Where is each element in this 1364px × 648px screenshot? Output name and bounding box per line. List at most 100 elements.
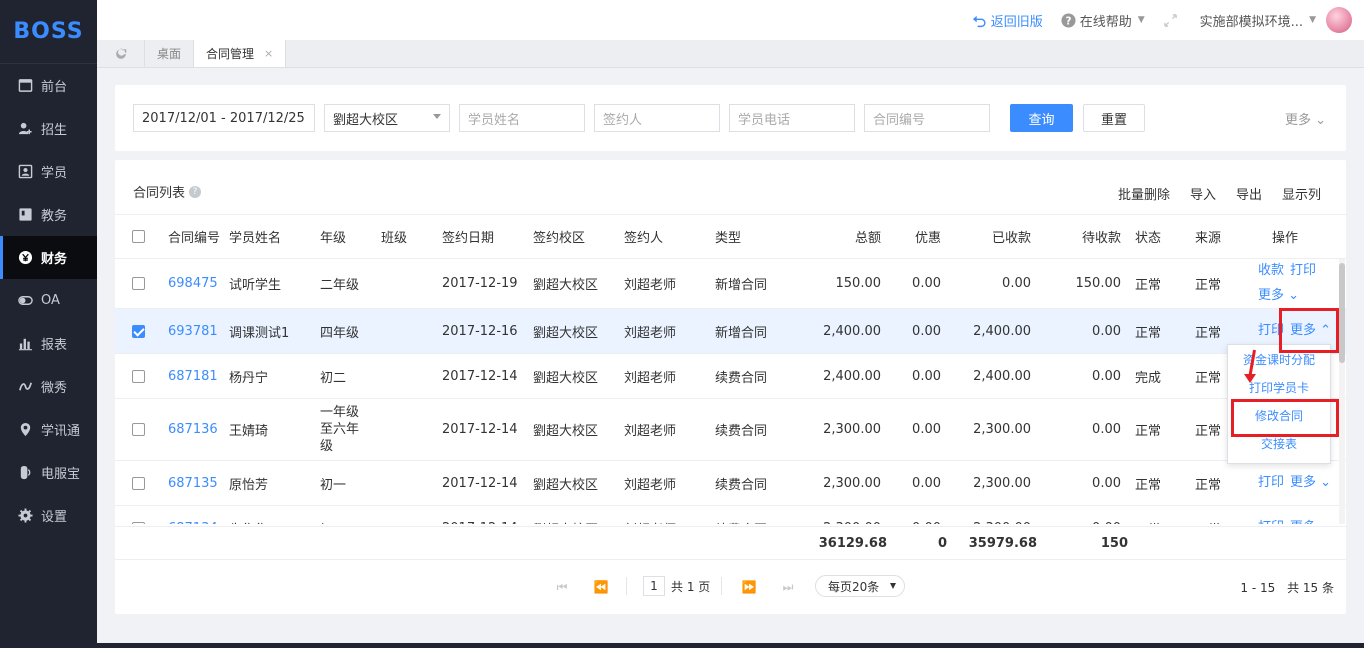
user-plus-icon [17,121,33,137]
close-icon[interactable]: × [264,47,273,60]
sidebar-item-1[interactable]: 招生 [0,107,97,150]
back-old-version-link[interactable]: 返回旧版 [972,11,1043,30]
checkbox[interactable] [132,277,145,290]
table-row[interactable]: 687181 杨丹宁 初二 2017-12-14 劉超大校区 刘超老师 续费合同 2,400.… [115,354,1346,399]
table-row[interactable]: 687134朱集集初二2017-12-14劉超大校区刘超老师续费合同2,300.… [115,506,1346,524]
cell-discount: 0.00 [912,475,941,491]
column-header[interactable]: 合同编号 [168,215,228,258]
column-header[interactable]: 年级 [320,215,376,258]
column-header[interactable]: 签约日期 [442,215,528,258]
export-button[interactable]: 导出 [1236,184,1262,203]
tab-contract-management[interactable]: 合同管理 × [194,40,287,67]
table-row[interactable]: 687136 王婧琦 一年级至六年级 2017-12-14 劉超大校区 刘超老师 续费合同 2… [115,399,1346,461]
sidebar-item-9[interactable]: 电服宝 [0,451,97,494]
column-header[interactable]: 操作 [1245,215,1325,258]
student-phone-input[interactable]: 学员电话 [729,104,855,132]
contract-number-input[interactable]: 合同编号 [864,104,990,132]
sidebar-item-4[interactable]: 财务 [0,236,97,279]
row-checkbox[interactable] [132,354,145,398]
cell-no[interactable]: 698475 [168,259,228,308]
row-checkbox[interactable] [132,506,145,524]
column-header[interactable]: 来源 [1195,215,1251,258]
cell-no[interactable]: 687136 [168,399,228,460]
row-action-link[interactable]: 更多 ⌄ [1290,519,1331,524]
row-action-link[interactable]: 打印 [1258,474,1284,492]
column-header[interactable]: 学员姓名 [229,215,315,258]
sidebar-item-6[interactable]: 报表 [0,322,97,365]
column-header[interactable]: 已收款 [945,215,1031,258]
column-header[interactable]: 待收款 [1035,215,1121,258]
row-action-link[interactable]: 更多 ⌄ [1258,287,1299,305]
column-header[interactable]: 优惠 [885,215,941,258]
row-checkbox[interactable] [132,259,145,308]
batch-delete-button[interactable]: 批量删除 [1118,184,1170,203]
prev-page-icon[interactable]: ⏪ [590,577,612,597]
avatar[interactable] [1326,7,1352,33]
column-header[interactable]: 班级 [381,215,437,258]
help-icon[interactable]: ? [189,185,202,198]
student-name-input[interactable]: 学员姓名 [459,104,585,132]
sidebar-item-10[interactable]: 设置 [0,494,97,537]
select-all-checkbox[interactable] [132,215,145,258]
cell-type: 续费合同 [715,424,768,439]
row-checkbox[interactable] [132,309,145,353]
cell-no[interactable]: 687134 [168,506,228,525]
checkbox[interactable] [132,369,145,383]
row-action-link[interactable]: 打印 [1258,519,1284,524]
reset-button[interactable]: 重置 [1083,104,1145,132]
sidebar-item-3[interactable]: 教务 [0,193,97,236]
tab-desktop[interactable]: 桌面 [145,40,195,67]
account-menu[interactable]: 实施部模拟环境... ▼ [1200,11,1316,30]
sidebar-item-5[interactable]: OA [0,279,97,322]
cell-no[interactable]: 687135 [168,461,228,505]
table-row[interactable]: 687135 原怡芳 初一 2017-12-14 劉超大校区 刘超老师 续费合同 2,300.… [115,461,1346,506]
vertical-scrollbar[interactable] [1339,259,1345,524]
dropdown-arrow-icon [890,583,896,589]
campus-select[interactable]: 劉超大校区 [324,104,450,132]
column-header[interactable]: 状态 [1135,215,1191,258]
row-checkbox[interactable] [132,461,145,505]
sidebar-item-2[interactable]: 学员 [0,150,97,193]
refresh-button[interactable] [97,40,145,67]
page-size-select[interactable]: 每页20条 [815,575,905,597]
more-filters-toggle[interactable]: 更多 ⌄ [1285,109,1326,128]
column-header[interactable]: 签约校区 [533,215,619,258]
last-page-icon[interactable]: ⏭ [777,577,799,597]
cell-date: 2017-12-14 [442,475,518,491]
page-number-input[interactable]: 1 [643,576,665,596]
checkbox[interactable] [132,230,145,243]
table-body[interactable]: 698475 试听学生 二年级 2017-12-19 劉超大校区 刘超老师 新增合同 150.… [115,259,1346,524]
checkbox[interactable] [132,521,145,524]
column-header[interactable]: 类型 [715,215,801,258]
cell-due: 150.00 [1075,276,1122,291]
checkbox[interactable] [132,476,145,490]
online-help-menu[interactable]: ? 在线帮助 ▼ [1061,11,1145,30]
row-checkbox[interactable] [132,399,145,460]
first-page-icon[interactable]: ⏮ [551,577,573,597]
checkbox[interactable] [132,423,145,436]
table-row[interactable]: 698475 试听学生 二年级 2017-12-19 劉超大校区 刘超老师 新增合同 150.… [115,259,1346,309]
column-header[interactable]: 签约人 [624,215,710,258]
cell-no[interactable]: 687181 [168,354,228,398]
checkbox[interactable] [132,324,145,338]
sidebar-item-8[interactable]: 学讯通 [0,408,97,451]
import-button[interactable]: 导入 [1190,184,1216,203]
signer-input[interactable]: 签约人 [594,104,720,132]
date-range-input[interactable]: 2017/12/01 - 2017/12/25 [133,104,315,132]
pager-divider [721,577,722,595]
sidebar-item-7[interactable]: 微秀 [0,365,97,408]
query-button[interactable]: 查询 [1010,104,1073,132]
cell-paid: 2,300.00 [945,506,1031,525]
row-action-link[interactable]: 打印 [1290,262,1316,280]
cell-no[interactable]: 693781 [168,309,228,353]
row-action-link[interactable]: 收款 [1258,262,1284,280]
show-columns-button[interactable]: 显示列 [1282,184,1321,203]
column-header[interactable]: 总额 [795,215,881,258]
next-page-icon[interactable]: ⏩ [738,577,760,597]
sidebar-item-0[interactable]: 前台 [0,64,97,107]
dropdown-arrow-icon [433,114,441,119]
row-action-link[interactable]: 更多 ⌄ [1290,474,1331,492]
fullscreen-button[interactable] [1163,13,1182,28]
scrollbar-thumb[interactable] [1339,263,1345,363]
table-row[interactable]: 693781 调课测试1 四年级 2017-12-16 劉超大校区 刘超老师 新增合同 2,4… [115,309,1346,354]
